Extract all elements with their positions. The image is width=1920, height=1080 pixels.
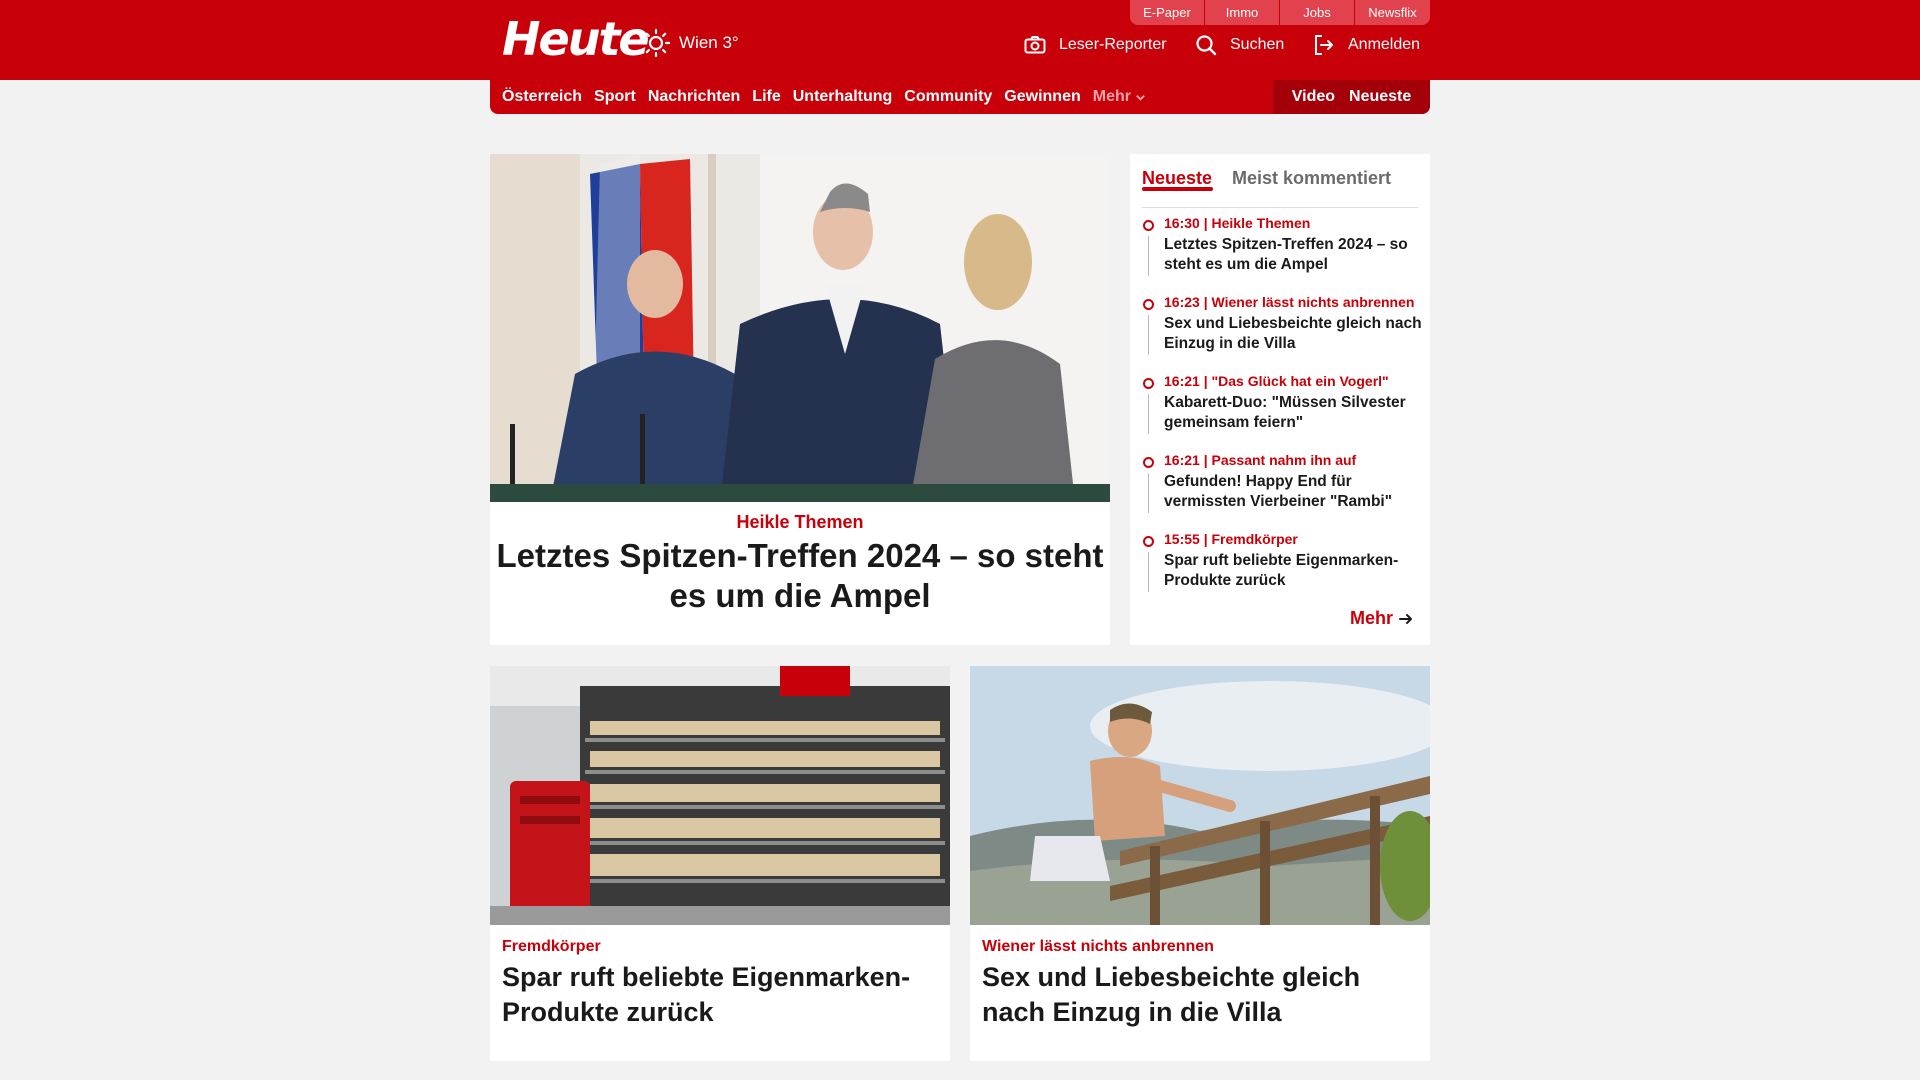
timeline-line [1148, 394, 1149, 434]
sun-icon [641, 28, 671, 58]
nav-item-neueste[interactable]: Neueste [1349, 88, 1411, 106]
arrow-right-icon [1399, 613, 1412, 624]
hero-article[interactable]: Heikle Themen Letztes Spitzen-Treffen 20… [490, 154, 1110, 645]
chevron-down-icon [1136, 94, 1145, 101]
article-card[interactable]: Wiener lässt nichts anbrennen Sex und Li… [970, 666, 1430, 1061]
weather-widget[interactable]: Wien 3° [641, 28, 739, 58]
feed-item[interactable]: 16:23 | Wiener lässt nichts anbrennen Se… [1142, 293, 1422, 372]
article-card[interactable]: Fremdkörper Spar ruft beliebte Eigenmark… [490, 666, 950, 1061]
nav-item-sport[interactable]: Sport [594, 88, 636, 106]
leser-reporter-button[interactable]: Leser-Reporter [1023, 33, 1167, 57]
nav-item-community[interactable]: Community [904, 88, 992, 106]
hero-image[interactable] [490, 154, 1110, 502]
article-card-image[interactable] [490, 666, 950, 925]
news-sidebar: Neueste Meist kommentiert 16:30 | Heikle… [1130, 154, 1430, 645]
quicklinks: E-Paper Immo Jobs Newsflix [1130, 0, 1430, 25]
nav-item-life[interactable]: Life [752, 88, 780, 106]
article-card-image[interactable] [970, 666, 1430, 925]
feed-item[interactable]: 15:55 | Fremdkörper Spar ruft beliebte E… [1142, 530, 1422, 609]
nav-more-label: Mehr [1092, 88, 1131, 105]
leser-reporter-label: Leser-Reporter [1059, 36, 1167, 53]
feed-item-title[interactable]: Kabarett-Duo: "Müssen Silvester gemeinsa… [1164, 393, 1422, 433]
villa-photo [970, 666, 1430, 925]
hero-kicker: Heikle Themen [736, 512, 864, 532]
sidebar-more-link[interactable]: Mehr [1350, 608, 1414, 629]
hero-title[interactable]: Letztes Spitzen-Treffen 2024 – so steht … [496, 536, 1104, 616]
main-nav: Österreich Sport Nachrichten Life Unterh… [490, 80, 1430, 114]
article-card-kicker: Fremdkörper [502, 938, 601, 955]
nav-item-video[interactable]: Video [1292, 88, 1335, 106]
feed-item-title[interactable]: Letztes Spitzen-Treffen 2024 – so steht … [1164, 235, 1422, 275]
feed-item-title[interactable]: Sex und Liebesbeichte gleich nach Einzug… [1164, 314, 1422, 354]
sidebar-tabs: Neueste Meist kommentiert [1142, 162, 1418, 208]
timeline-dot-icon [1143, 536, 1154, 547]
quicklink-jobs[interactable]: Jobs [1280, 0, 1355, 25]
search-icon [1196, 35, 1217, 56]
tab-meist-kommentiert[interactable]: Meist kommentiert [1232, 168, 1391, 189]
tab-neueste[interactable]: Neueste [1142, 168, 1213, 191]
nav-item-gewinnen[interactable]: Gewinnen [1004, 88, 1080, 106]
site-header [0, 0, 1920, 80]
search-label: Suchen [1230, 36, 1285, 53]
nav-item-oesterreich[interactable]: Österreich [502, 88, 582, 106]
timeline-line [1148, 473, 1149, 513]
article-card-kicker: Wiener lässt nichts anbrennen [982, 938, 1214, 955]
feed-item-title[interactable]: Spar ruft beliebte Eigenmarken-Produkte … [1164, 551, 1422, 591]
article-card-title[interactable]: Spar ruft beliebte Eigenmarken-Produkte … [502, 960, 942, 1030]
quicklink-immo[interactable]: Immo [1205, 0, 1280, 25]
timeline-line [1148, 315, 1149, 355]
weather-text: Wien 3° [679, 33, 739, 52]
site-logo[interactable]: Heute [502, 12, 650, 66]
feed-item-meta: 15:55 | Fremdkörper [1164, 531, 1298, 547]
login-label: Anmelden [1348, 36, 1421, 53]
timeline-line [1148, 552, 1149, 592]
timeline-dot-icon [1143, 457, 1154, 468]
tab-active-indicator [1142, 187, 1213, 191]
camera-icon [1024, 36, 1046, 54]
feed-item[interactable]: 16:30 | Heikle Themen Letztes Spitzen-Tr… [1142, 214, 1422, 293]
feed-item-title[interactable]: Gefunden! Happy End für vermissten Vierb… [1164, 472, 1422, 512]
hero-photo [490, 154, 1110, 502]
feed-item-meta: 16:30 | Heikle Themen [1164, 215, 1311, 231]
supermarket-photo [490, 666, 950, 925]
timeline-line [1148, 236, 1149, 276]
feed-item-meta: 16:21 | Passant nahm ihn auf [1164, 452, 1357, 468]
timeline-dot-icon [1143, 220, 1154, 231]
timeline-dot-icon [1143, 299, 1154, 310]
nav-more-dropdown[interactable]: Mehr [1093, 88, 1146, 106]
nav-right: Video Neueste [1273, 80, 1430, 114]
timeline-dot-icon [1143, 378, 1154, 389]
tab-neueste-label: Neueste [1142, 168, 1213, 188]
login-button[interactable]: Anmelden [1312, 33, 1420, 57]
feed-item-meta: 16:21 | "Das Glück hat ein Vogerl" [1164, 373, 1389, 389]
search-button[interactable]: Suchen [1194, 33, 1284, 57]
nav-item-nachrichten[interactable]: Nachrichten [648, 88, 740, 106]
sidebar-more-label: Mehr [1349, 608, 1393, 628]
quicklink-newsflix[interactable]: Newsflix [1355, 0, 1430, 25]
login-icon [1315, 35, 1333, 55]
feed-item[interactable]: 16:21 | Passant nahm ihn auf Gefunden! H… [1142, 451, 1422, 530]
feed-item-meta: 16:23 | Wiener lässt nichts anbrennen [1164, 294, 1415, 310]
nav-item-unterhaltung[interactable]: Unterhaltung [793, 88, 893, 106]
feed-item[interactable]: 16:21 | "Das Glück hat ein Vogerl" Kabar… [1142, 372, 1422, 451]
news-feed: 16:30 | Heikle Themen Letztes Spitzen-Tr… [1142, 214, 1422, 609]
quicklink-epaper[interactable]: E-Paper [1130, 0, 1205, 25]
article-card-title[interactable]: Sex und Liebesbeichte gleich nach Einzug… [982, 960, 1422, 1030]
